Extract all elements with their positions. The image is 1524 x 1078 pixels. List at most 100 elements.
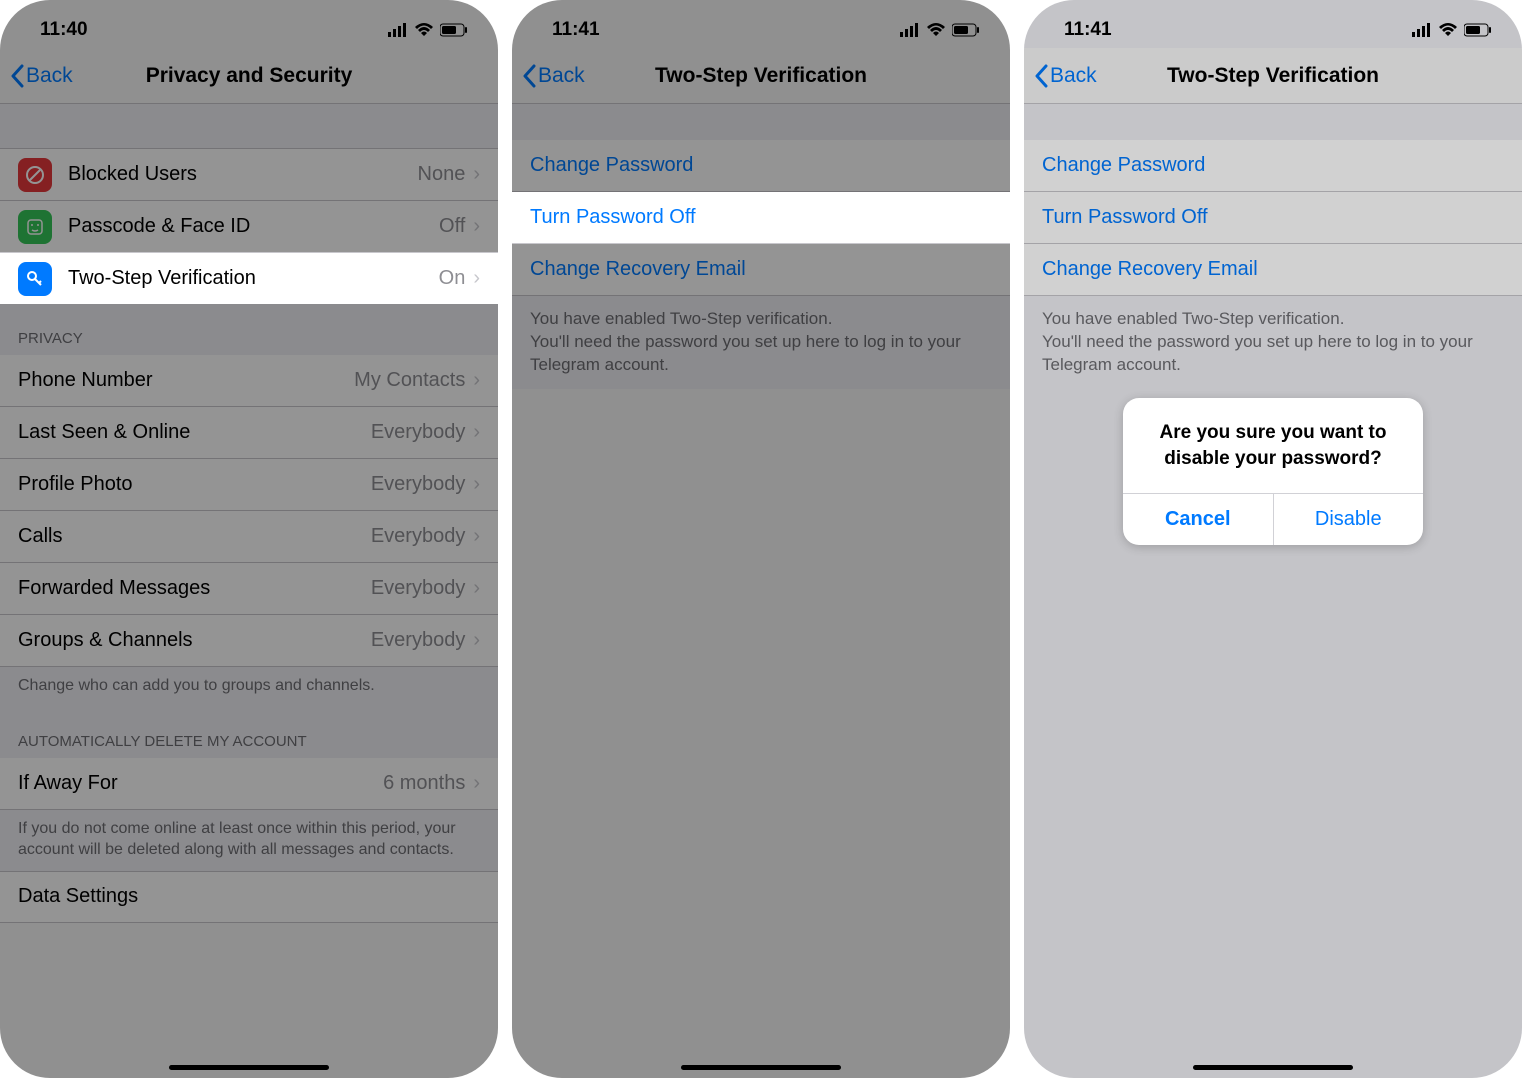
- back-button[interactable]: Back: [512, 64, 585, 88]
- screen-privacy-security: 11:40 Back Privacy and Security Blocked …: [0, 0, 498, 1078]
- back-label: Back: [538, 64, 585, 88]
- row-label: Last Seen & Online: [18, 421, 371, 444]
- row-change-recovery-email[interactable]: Change Recovery Email: [512, 244, 1010, 296]
- screen-two-step-verification: 11:41 Back Two-Step Verification Change …: [512, 0, 1010, 1078]
- row-forwarded-messages[interactable]: Forwarded Messages Everybody ›: [0, 563, 498, 615]
- row-passcode-faceid[interactable]: Passcode & Face ID Off ›: [0, 200, 498, 252]
- row-value: Everybody: [371, 421, 466, 444]
- row-value: Everybody: [371, 577, 466, 600]
- chevron-right-icon: ›: [473, 577, 480, 600]
- wifi-icon: [926, 23, 946, 37]
- disable-button[interactable]: Disable: [1273, 494, 1424, 545]
- chevron-left-icon: [10, 64, 24, 88]
- row-value: Everybody: [371, 525, 466, 548]
- section-header-privacy: Privacy: [0, 304, 498, 355]
- nav-bar: Back Privacy and Security: [0, 48, 498, 104]
- back-button[interactable]: Back: [1024, 64, 1097, 88]
- chevron-left-icon: [522, 64, 536, 88]
- chevron-right-icon: ›: [473, 473, 480, 496]
- row-change-recovery-email[interactable]: Change Recovery Email: [1024, 244, 1522, 296]
- chevron-right-icon: ›: [473, 267, 480, 290]
- back-label: Back: [26, 64, 73, 88]
- row-profile-photo[interactable]: Profile Photo Everybody ›: [0, 459, 498, 511]
- screen-disable-alert: 11:41 Back Two-Step Verification Change …: [1024, 0, 1522, 1078]
- status-time: 11:40: [40, 19, 88, 41]
- page-title: Two-Step Verification: [512, 64, 1010, 88]
- row-value: Everybody: [371, 629, 466, 652]
- battery-icon: [952, 23, 980, 37]
- row-groups-channels[interactable]: Groups & Channels Everybody ›: [0, 615, 498, 667]
- alert-title: Are you sure you want to disable your pa…: [1123, 398, 1423, 493]
- status-indicators: [1412, 23, 1492, 37]
- row-label: Passcode & Face ID: [68, 215, 439, 238]
- status-bar: 11:41: [1024, 0, 1522, 48]
- row-value: 6 months: [383, 772, 465, 795]
- battery-icon: [440, 23, 468, 37]
- row-label: Two-Step Verification: [68, 267, 439, 290]
- cellular-icon: [1412, 23, 1432, 37]
- chevron-right-icon: ›: [473, 772, 480, 795]
- row-label: Blocked Users: [68, 163, 418, 186]
- row-if-away-for[interactable]: If Away For 6 months ›: [0, 758, 498, 810]
- page-title: Privacy and Security: [0, 64, 498, 88]
- delete-footer: If you do not come online at least once …: [0, 810, 498, 871]
- row-label: Calls: [18, 525, 371, 548]
- row-calls[interactable]: Calls Everybody ›: [0, 511, 498, 563]
- row-value: Off: [439, 215, 465, 238]
- row-value: Everybody: [371, 473, 466, 496]
- info-footer: You have enabled Two-Step verification. …: [1024, 296, 1522, 389]
- row-phone-number[interactable]: Phone Number My Contacts ›: [0, 355, 498, 407]
- row-label: Groups & Channels: [18, 629, 371, 652]
- chevron-right-icon: ›: [473, 369, 480, 392]
- wifi-icon: [414, 23, 434, 37]
- passcode-icon: [18, 210, 52, 244]
- row-last-seen[interactable]: Last Seen & Online Everybody ›: [0, 407, 498, 459]
- section-header-delete: Automatically delete my account: [0, 707, 498, 758]
- home-indicator[interactable]: [169, 1065, 329, 1070]
- row-two-step-verification[interactable]: Two-Step Verification On ›: [0, 252, 498, 304]
- back-label: Back: [1050, 64, 1097, 88]
- wifi-icon: [1438, 23, 1458, 37]
- spacer: [1024, 104, 1522, 140]
- nav-bar: Back Two-Step Verification: [512, 48, 1010, 104]
- status-time: 11:41: [552, 19, 600, 41]
- row-change-password[interactable]: Change Password: [1024, 140, 1522, 192]
- chevron-right-icon: ›: [473, 421, 480, 444]
- cellular-icon: [900, 23, 920, 37]
- row-label: Data Settings: [18, 885, 480, 908]
- cancel-button[interactable]: Cancel: [1123, 494, 1273, 545]
- spacer: [512, 104, 1010, 140]
- row-label: If Away For: [18, 772, 383, 795]
- page-title: Two-Step Verification: [1024, 64, 1522, 88]
- status-bar: 11:40: [0, 0, 498, 48]
- nav-bar: Back Two-Step Verification: [1024, 48, 1522, 104]
- status-indicators: [900, 23, 980, 37]
- battery-icon: [1464, 23, 1492, 37]
- row-change-password[interactable]: Change Password: [512, 140, 1010, 192]
- cellular-icon: [388, 23, 408, 37]
- alert-dialog: Are you sure you want to disable your pa…: [1123, 398, 1423, 545]
- row-label: Phone Number: [18, 369, 354, 392]
- row-value: On: [439, 267, 466, 290]
- privacy-footer: Change who can add you to groups and cha…: [0, 667, 498, 707]
- row-blocked-users[interactable]: Blocked Users None ›: [0, 148, 498, 200]
- status-indicators: [388, 23, 468, 37]
- blocked-icon: [18, 158, 52, 192]
- chevron-right-icon: ›: [473, 163, 480, 186]
- home-indicator[interactable]: [681, 1065, 841, 1070]
- row-turn-password-off[interactable]: Turn Password Off: [1024, 192, 1522, 244]
- row-data-settings[interactable]: Data Settings: [0, 871, 498, 923]
- chevron-right-icon: ›: [473, 525, 480, 548]
- row-label: Profile Photo: [18, 473, 371, 496]
- row-value: My Contacts: [354, 369, 465, 392]
- back-button[interactable]: Back: [0, 64, 73, 88]
- info-footer: You have enabled Two-Step verification. …: [512, 296, 1010, 389]
- row-label: Forwarded Messages: [18, 577, 371, 600]
- spacer: [0, 104, 498, 148]
- home-indicator[interactable]: [1193, 1065, 1353, 1070]
- row-turn-password-off[interactable]: Turn Password Off: [512, 192, 1010, 244]
- key-icon: [18, 262, 52, 296]
- alert-button-row: Cancel Disable: [1123, 493, 1423, 545]
- chevron-left-icon: [1034, 64, 1048, 88]
- status-time: 11:41: [1064, 19, 1112, 41]
